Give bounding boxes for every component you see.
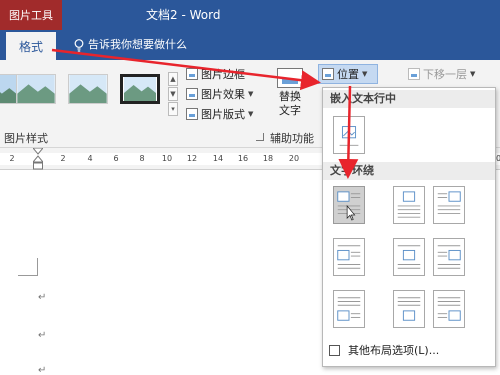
paragraph-mark-icon: ↵ bbox=[38, 365, 47, 375]
ruler-tick: 2 bbox=[9, 154, 15, 163]
more-layout-options-label: 其他布局选项(L)... bbox=[348, 344, 440, 357]
ruler-tick: 16 bbox=[237, 154, 249, 163]
picture-effects-icon bbox=[186, 88, 198, 100]
wrap-middle-center-option[interactable] bbox=[393, 238, 425, 276]
tell-me-text: 告诉我你想要做什么 bbox=[88, 38, 187, 51]
wrap-bottom-right-option[interactable] bbox=[433, 290, 465, 328]
lightbulb-icon bbox=[74, 38, 84, 52]
position-dropdown-menu: 嵌入文本行中 文字环绕 其他布局选项(L)... bbox=[322, 87, 496, 367]
ruler-tick: 6 bbox=[113, 154, 119, 163]
ruler-tick: 14 bbox=[212, 154, 224, 163]
text-wrapping-heading: 文字环绕 bbox=[323, 162, 495, 180]
picture-style-thumbnail[interactable] bbox=[16, 74, 56, 104]
scroll-down-icon[interactable]: ▼ bbox=[168, 87, 178, 101]
position-label: 位置 bbox=[337, 68, 359, 81]
picture-style-thumbnail[interactable] bbox=[120, 74, 160, 104]
alt-text-button[interactable]: 替换 文字 bbox=[272, 66, 308, 126]
ruler-tick: 8 bbox=[139, 154, 145, 163]
position-icon bbox=[322, 68, 334, 80]
chevron-down-icon: ▼ bbox=[470, 70, 476, 78]
ruler-tick: 18 bbox=[262, 154, 274, 163]
picture-layout-label: 图片版式 bbox=[201, 108, 245, 121]
picture-effects-button[interactable]: 图片效果 ▼ bbox=[186, 86, 253, 102]
picture-styles-group-label: 图片样式 bbox=[4, 132, 48, 145]
picture-border-icon bbox=[186, 68, 198, 80]
gallery-more-icon[interactable]: ▾ bbox=[168, 102, 178, 116]
send-backward-button[interactable]: 下移一层 ▼ bbox=[408, 66, 475, 82]
tell-me-box[interactable]: 告诉我你想要做什么 bbox=[74, 30, 187, 60]
picture-border-label: 图片边框 bbox=[201, 68, 245, 81]
paragraph-mark-icon: ↵ bbox=[38, 330, 47, 341]
tab-format[interactable]: 格式 bbox=[6, 32, 56, 60]
ruler-tick: 2 bbox=[60, 154, 66, 163]
send-backward-icon bbox=[408, 68, 420, 80]
picture-layout-button[interactable]: 图片版式 ▼ bbox=[186, 106, 253, 122]
wrap-middle-right-option[interactable] bbox=[433, 238, 465, 276]
accessibility-group-label: 辅助功能 bbox=[270, 132, 314, 145]
position-button[interactable]: 位置 ▼ bbox=[318, 64, 378, 84]
wrap-top-left-option[interactable] bbox=[333, 186, 365, 224]
scroll-up-icon[interactable]: ▲ bbox=[168, 72, 178, 86]
wrap-bottom-center-option[interactable] bbox=[393, 290, 425, 328]
gallery-scroll[interactable]: ▲ ▼ ▾ bbox=[168, 72, 178, 116]
send-backward-label: 下移一层 bbox=[423, 68, 467, 81]
alt-text-label: 替换 bbox=[279, 90, 301, 103]
picture-border-button[interactable]: 图片边框 bbox=[186, 66, 245, 82]
wrap-middle-left-option[interactable] bbox=[333, 238, 365, 276]
ribbon-tab-row: 格式 告诉我你想要做什么 bbox=[0, 30, 500, 60]
chevron-down-icon: ▼ bbox=[248, 110, 254, 118]
ruler-tick: 12 bbox=[186, 154, 198, 163]
dialog-launcher-icon[interactable] bbox=[256, 133, 264, 141]
alt-text-label: 文字 bbox=[279, 104, 301, 117]
title-bar: 图片工具 文档2 - Word bbox=[0, 0, 500, 30]
document-title: 文档2 - Word bbox=[146, 8, 221, 22]
ruler-tick: 4 bbox=[87, 154, 93, 163]
wrap-top-right-option[interactable] bbox=[433, 186, 465, 224]
indent-marker-icon[interactable] bbox=[33, 148, 43, 170]
margin-corner-mark bbox=[18, 258, 38, 276]
picture-layout-icon bbox=[186, 108, 198, 120]
alt-text-icon bbox=[277, 68, 303, 88]
layout-options-icon bbox=[329, 344, 340, 356]
chevron-down-icon: ▼ bbox=[248, 90, 254, 98]
ruler-tick: 10 bbox=[161, 154, 173, 163]
more-layout-options-item[interactable]: 其他布局选项(L)... bbox=[323, 340, 495, 360]
picture-effects-label: 图片效果 bbox=[201, 88, 245, 101]
inline-with-text-option[interactable] bbox=[333, 116, 365, 154]
wrap-top-center-option[interactable] bbox=[393, 186, 425, 224]
wrap-bottom-left-option[interactable] bbox=[333, 290, 365, 328]
paragraph-mark-icon: ↵ bbox=[38, 292, 47, 303]
ruler-tick: 20 bbox=[288, 154, 300, 163]
picture-tools-context-label: 图片工具 bbox=[0, 0, 62, 30]
picture-style-thumbnail[interactable] bbox=[68, 74, 108, 104]
chevron-down-icon: ▼ bbox=[362, 70, 368, 78]
inline-with-text-heading: 嵌入文本行中 bbox=[323, 90, 495, 108]
